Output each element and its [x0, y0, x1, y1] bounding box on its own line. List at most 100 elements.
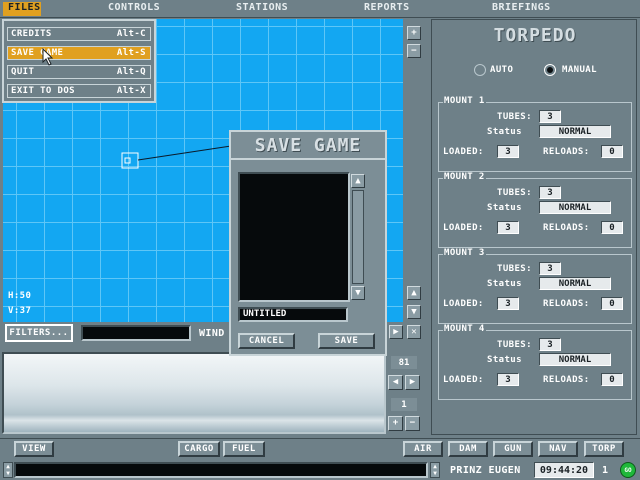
torpedo-title-bar: TORPEDO — [432, 22, 638, 48]
mount-2-tubes: 3 — [539, 186, 561, 199]
mount-1-reloads-label: RELOADS: — [543, 147, 590, 157]
torp-button[interactable]: TORP — [584, 441, 624, 457]
mount-3-status: NORMAL — [539, 277, 611, 290]
cargo-button[interactable]: CARGO — [178, 441, 220, 457]
mount-2-status-label: Status — [487, 203, 522, 213]
torpedo-panel: TORPEDO AUTO MANUAL MOUNT 1 TUBES: 3 Sta… — [431, 19, 637, 435]
mount-4-loaded-label: LOADED: — [443, 375, 484, 385]
map-scroll-right-button[interactable]: ▶ — [389, 325, 403, 339]
filename-input[interactable]: UNTITLED — [238, 307, 348, 322]
go-button[interactable]: GO — [620, 462, 636, 478]
mount-1-group: MOUNT 1 TUBES: 3 Status NORMAL LOADED: 3… — [438, 96, 632, 172]
ship-marker-icon — [124, 157, 131, 164]
mount-4-loaded: 3 — [497, 373, 519, 386]
menu-stations[interactable]: STATIONS — [236, 2, 288, 13]
wind-label: WIND — [199, 328, 225, 339]
menu-controls[interactable]: CONTROLS — [108, 2, 160, 13]
mount-2-reloads-label: RELOADS: — [543, 223, 590, 233]
mount-2-status: NORMAL — [539, 201, 611, 214]
manual-radio-dot — [547, 67, 553, 73]
filters-button[interactable]: FILTERS... — [5, 324, 73, 342]
dam-button[interactable]: DAM — [448, 441, 488, 457]
files-item-exit-to-dos[interactable]: EXIT TO DOS Alt-X — [7, 84, 151, 98]
ship-name: PRINZ EUGEN — [450, 465, 521, 476]
save-dialog-titlebar: SAVE GAME — [231, 132, 385, 160]
mount-1-loaded: 3 — [497, 145, 519, 158]
save-file-list[interactable] — [238, 172, 350, 302]
mouse-cursor-icon — [42, 48, 54, 66]
view-step-value: 1 — [391, 398, 417, 411]
mount-2-group: MOUNT 2 TUBES: 3 Status NORMAL LOADED: 3… — [438, 172, 632, 248]
mount-1-status-label: Status — [487, 127, 522, 137]
mount-3-tubes-label: TUBES: — [497, 264, 532, 274]
mount-2-tubes-label: TUBES: — [497, 188, 532, 198]
view-left-button[interactable]: ◀ — [388, 375, 403, 390]
mount-2-label: MOUNT 2 — [443, 172, 486, 182]
save-button[interactable]: SAVE — [318, 333, 375, 349]
map-close-button[interactable]: ✕ — [407, 325, 421, 339]
message-log — [14, 462, 428, 478]
torpedo-title: TORPEDO — [493, 24, 577, 46]
view-minus-button[interactable]: − — [405, 416, 420, 431]
menu-reports[interactable]: REPORTS — [364, 2, 410, 13]
auto-radio[interactable] — [474, 64, 486, 76]
files-item-quit[interactable]: QUIT Alt-Q — [7, 65, 151, 79]
files-item-credits[interactable]: CREDITS Alt-C — [7, 27, 151, 41]
mount-3-loaded-label: LOADED: — [443, 299, 484, 309]
v-readout: V:37 — [8, 306, 32, 316]
map-scroll-up-button[interactable]: ▲ — [407, 286, 421, 300]
menu-files[interactable]: FILES — [8, 2, 41, 13]
nav-button[interactable]: NAV — [538, 441, 578, 457]
mount-4-status-label: Status — [487, 355, 522, 365]
exit-label: EXIT TO DOS — [11, 86, 76, 96]
mount-3-loaded: 3 — [497, 297, 519, 310]
mount-2-reloads: 0 — [601, 221, 623, 234]
mount-1-tubes-label: TUBES: — [497, 112, 532, 122]
message-scroll-buttons[interactable]: ▲ ▼ — [3, 462, 13, 478]
view-right-button[interactable]: ▶ — [405, 375, 420, 390]
mount-1-label: MOUNT 1 — [443, 96, 486, 106]
ship-select-buttons[interactable]: ▲ ▼ — [430, 462, 440, 478]
filters-display — [81, 325, 191, 341]
view-window — [2, 352, 386, 434]
time-compression: 1 — [602, 465, 609, 476]
save-dialog-title: SAVE GAME — [254, 134, 362, 156]
mount-4-status: NORMAL — [539, 353, 611, 366]
file-list-down-button[interactable]: ▼ — [351, 286, 365, 300]
cancel-button[interactable]: CANCEL — [238, 333, 295, 349]
menu-briefings[interactable]: BRIEFINGS — [492, 2, 551, 13]
fuel-button[interactable]: FUEL — [223, 441, 265, 457]
map-zoom-out-button[interactable]: − — [407, 44, 421, 58]
auto-label: AUTO — [490, 65, 514, 75]
mount-3-group: MOUNT 3 TUBES: 3 Status NORMAL LOADED: 3… — [438, 248, 632, 324]
h-readout: H:50 — [8, 291, 32, 301]
mount-4-reloads: 0 — [601, 373, 623, 386]
mount-3-tubes: 3 — [539, 262, 561, 275]
exit-shortcut: Alt-X — [116, 86, 146, 96]
mount-2-loaded-label: LOADED: — [443, 223, 484, 233]
mount-4-reloads-label: RELOADS: — [543, 375, 590, 385]
gun-button[interactable]: GUN — [493, 441, 533, 457]
map-zoom-in-button[interactable]: + — [407, 26, 421, 40]
mount-3-reloads-label: RELOADS: — [543, 299, 590, 309]
mount-1-reloads: 0 — [601, 145, 623, 158]
mount-3-reloads: 0 — [601, 297, 623, 310]
map-scroll-down-button[interactable]: ▼ — [407, 305, 421, 319]
mount-4-group: MOUNT 4 TUBES: 3 Status NORMAL LOADED: 3… — [438, 324, 632, 400]
file-list-scrollbar[interactable] — [352, 190, 364, 284]
air-button[interactable]: AIR — [403, 441, 443, 457]
file-list-up-button[interactable]: ▲ — [351, 174, 365, 188]
quit-label: QUIT — [11, 67, 35, 77]
manual-radio[interactable] — [544, 64, 556, 76]
mount-1-status: NORMAL — [539, 125, 611, 138]
files-item-save-game[interactable]: SAVE GAME Alt-S — [7, 46, 151, 60]
mount-3-status-label: Status — [487, 279, 522, 289]
save-game-shortcut: Alt-S — [116, 48, 146, 58]
game-clock: 09:44:20 — [534, 462, 594, 478]
view-plus-button[interactable]: + — [388, 416, 403, 431]
mount-1-tubes: 3 — [539, 110, 561, 123]
save-game-label: SAVE GAME — [11, 48, 64, 58]
mount-4-tubes: 3 — [539, 338, 561, 351]
save-game-dialog: SAVE GAME ▲ ▼ UNTITLED CANCEL SAVE — [229, 130, 387, 356]
view-button[interactable]: VIEW — [14, 441, 54, 457]
